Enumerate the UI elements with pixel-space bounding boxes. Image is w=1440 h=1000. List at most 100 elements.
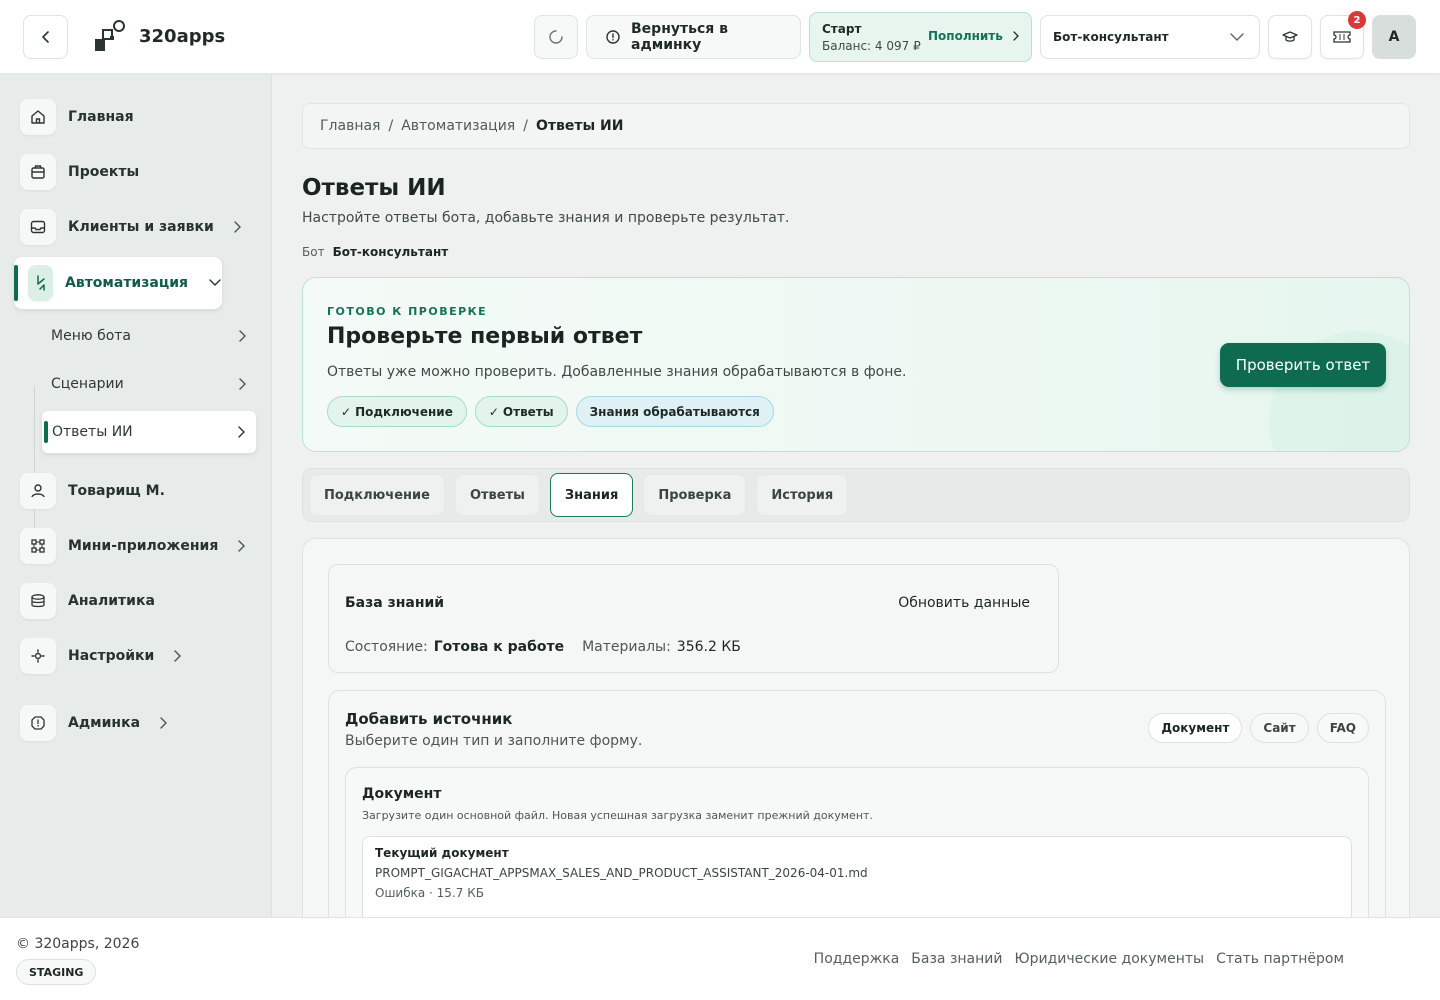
sidebar-subitem-label: Сценарии: [51, 376, 124, 392]
source-type-document[interactable]: Документ: [1148, 713, 1243, 743]
app-logo[interactable]: 320apps: [93, 19, 225, 53]
automation-icon: [28, 265, 53, 301]
active-indicator: [44, 421, 48, 443]
sidebar-item-label: Проекты: [68, 164, 140, 180]
active-indicator: [14, 265, 18, 301]
submenu-line: [34, 386, 35, 536]
shield-icon: [605, 29, 621, 45]
current-document-filename: PROMPT_GIGACHAT_APPSMAX_SALES_AND_PRODUC…: [375, 866, 868, 880]
sidebar-item-mini-apps[interactable]: Мини-приложения: [20, 526, 246, 566]
learning-button[interactable]: [1268, 15, 1312, 59]
refresh-button[interactable]: [534, 15, 578, 59]
sidebar-item-settings[interactable]: Настройки: [20, 636, 182, 676]
database-icon: [20, 583, 56, 619]
knowledge-base-status: Состояние: Готова к работе Материалы: 35…: [345, 639, 741, 655]
refresh-data-button[interactable]: Обновить данные: [898, 595, 1030, 611]
state-value: Готова к работе: [433, 639, 565, 655]
avatar[interactable]: A: [1372, 15, 1416, 59]
source-type-switcher: Документ Сайт FAQ: [1148, 713, 1369, 743]
check-icon: ✓: [341, 404, 352, 419]
sidebar-subitem-bot-menu[interactable]: Меню бота: [51, 316, 247, 356]
status-pill-knowledge: Знания обрабатываются: [575, 396, 774, 427]
chevron-down-icon: [208, 278, 222, 288]
chevron-right-icon: [232, 220, 242, 234]
footer-link-knowledge-base[interactable]: База знаний: [911, 951, 1002, 967]
status-pill-label: Ответы: [502, 404, 554, 419]
footer-link-partner[interactable]: Стать партнёром: [1216, 951, 1344, 967]
logo-icon: [93, 19, 127, 53]
sidebar-item-label: Товарищ М.: [68, 483, 165, 499]
sidebar-item-user[interactable]: Товарищ М.: [20, 471, 165, 511]
bot-select-dropdown[interactable]: Бот-консультант: [1040, 15, 1260, 59]
document-form: Документ Загрузите один основной файл. Н…: [345, 767, 1369, 937]
sidebar-subitem-label: Меню бота: [51, 328, 132, 344]
sidebar-item-automation[interactable]: Автоматизация: [14, 257, 222, 309]
status-pill-connection: ✓ Подключение: [327, 396, 467, 427]
bot-name: Бот-консультант: [332, 245, 449, 259]
sidebar-item-label: Админка: [68, 715, 141, 731]
sidebar: Главная Проекты Клиенты и заявки Автомат…: [0, 75, 272, 917]
sidebar-item-analytics[interactable]: Аналитика: [20, 581, 155, 621]
loading-spinner-icon: [548, 29, 564, 45]
topup-link[interactable]: Пополнить: [928, 29, 1021, 43]
check-icon: ✓: [488, 404, 499, 419]
return-to-admin-button[interactable]: Вернуться в админку: [586, 15, 801, 59]
check-answer-button[interactable]: Проверить ответ: [1220, 343, 1386, 387]
page-subtitle: Настройте ответы бота, добавьте знания и…: [302, 210, 790, 226]
user-icon: [20, 473, 56, 509]
bot-label: Бот: [302, 245, 325, 259]
tab-history[interactable]: История: [756, 474, 849, 516]
document-form-subtitle: Загрузите один основной файл. Новая успе…: [362, 809, 873, 822]
bot-select-value: Бот-консультант: [1053, 30, 1169, 44]
breadcrumb-home[interactable]: Главная: [320, 118, 380, 134]
footer-link-legal[interactable]: Юридические документы: [1014, 951, 1204, 967]
source-type-faq[interactable]: FAQ: [1316, 713, 1369, 743]
source-type-site[interactable]: Сайт: [1250, 713, 1309, 743]
sidebar-item-label: Настройки: [68, 648, 155, 664]
notification-badge: 2: [1348, 11, 1366, 29]
environment-badge: STAGING: [16, 959, 97, 985]
return-to-admin-label: Вернуться в админку: [631, 21, 728, 53]
chevron-down-icon: [1229, 32, 1245, 42]
sidebar-item-label: Аналитика: [68, 593, 155, 609]
balance-widget[interactable]: Старт Баланс: 4 097 ₽ Пополнить: [809, 12, 1032, 62]
sidebar-subitem-scenarios[interactable]: Сценарии: [51, 364, 247, 404]
ticket-icon: [1333, 30, 1351, 44]
status-pill-answers: ✓ Ответы: [474, 396, 568, 427]
admin-icon: [20, 705, 56, 741]
breadcrumb-automation[interactable]: Автоматизация: [401, 118, 515, 134]
add-source-card: Добавить источник Выберите один тип и за…: [328, 690, 1386, 950]
tab-answers[interactable]: Ответы: [454, 474, 540, 516]
materials-value: 356.2 КБ: [676, 639, 741, 655]
status-title: Проверьте первый ответ: [327, 324, 643, 349]
state-label: Состояние:: [345, 639, 428, 655]
tab-knowledge[interactable]: Знания: [549, 473, 634, 517]
current-document-label: Текущий документ: [375, 846, 509, 860]
back-button[interactable]: [23, 15, 68, 59]
document-form-title: Документ: [362, 786, 442, 802]
chevron-right-icon: [158, 716, 168, 730]
topup-label: Пополнить: [928, 29, 1003, 43]
inbox-icon: [20, 209, 56, 245]
sidebar-item-label: Клиенты и заявки: [68, 219, 214, 235]
sidebar-item-clients[interactable]: Клиенты и заявки: [20, 207, 242, 247]
sidebar-item-admin[interactable]: Админка: [20, 703, 168, 743]
chevron-right-icon: [172, 649, 182, 663]
tab-connection[interactable]: Подключение: [309, 474, 445, 516]
plan-name: Старт: [822, 22, 862, 36]
breadcrumb-separator: /: [388, 118, 394, 134]
materials-label: Материалы:: [582, 639, 671, 655]
home-icon: [20, 99, 56, 135]
sidebar-subitem-ai-answers[interactable]: Ответы ИИ: [42, 411, 256, 453]
tickets-button[interactable]: 2: [1320, 11, 1366, 59]
knowledge-base-card: База знаний Обновить данные Состояние: Г…: [328, 564, 1059, 673]
sidebar-item-projects[interactable]: Проекты: [20, 152, 139, 192]
chevron-right-icon: [237, 377, 247, 391]
sidebar-item-label: Главная: [68, 109, 134, 125]
app-name: 320apps: [139, 25, 226, 47]
current-bot-line: Бот Бот-консультант: [302, 245, 448, 259]
sidebar-item-home[interactable]: Главная: [20, 97, 134, 137]
status-pill-label: Подключение: [355, 404, 453, 419]
tab-check[interactable]: Проверка: [643, 474, 747, 516]
footer-link-support[interactable]: Поддержка: [814, 951, 900, 967]
